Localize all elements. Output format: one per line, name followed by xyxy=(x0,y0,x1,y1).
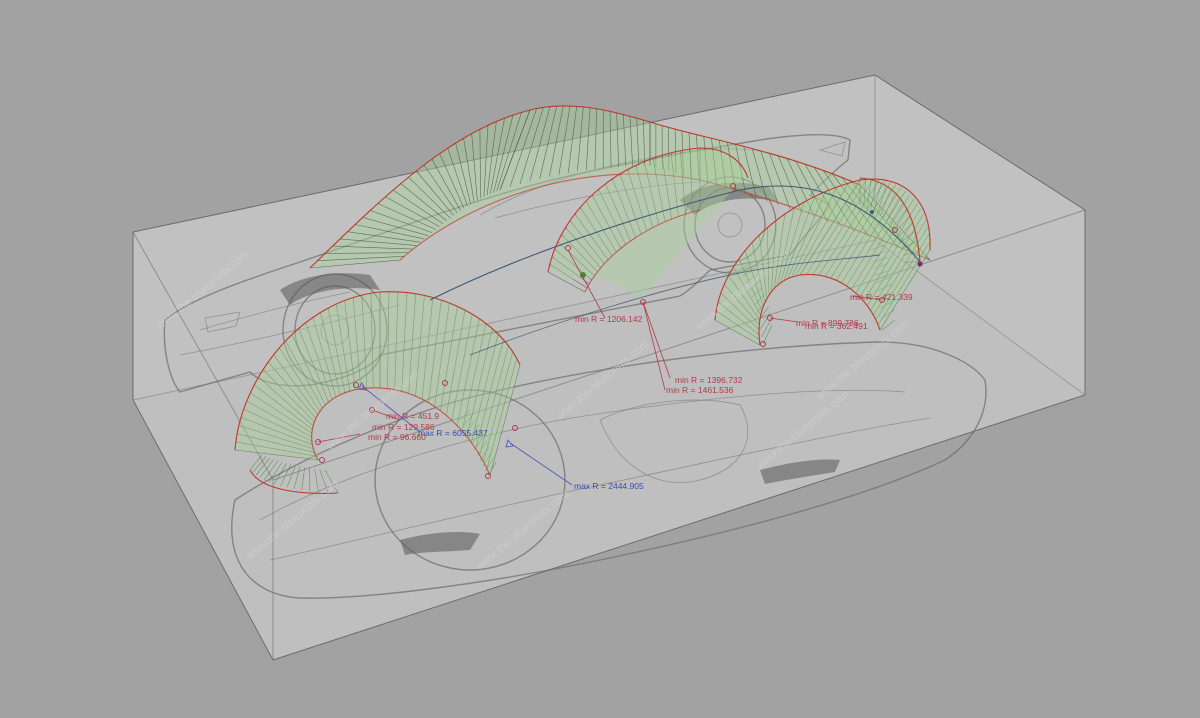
min-radius-label: min R = 1461.536 xyxy=(666,385,734,395)
max-radius-label: max R = 6055.437 xyxy=(418,428,488,438)
rhino-viewport[interactable]: min R = 1206.142 min R = 1396.732 min R … xyxy=(0,0,1200,718)
min-radius-label: min R = 451.9 xyxy=(386,411,439,421)
min-radius-label: min R = 1206.142 xyxy=(575,314,643,324)
min-radius-label: min R = 1396.732 xyxy=(675,375,743,385)
control-point-end[interactable] xyxy=(917,261,923,267)
min-radius-label: min R = 421.339 xyxy=(850,292,913,302)
min-radius-label: min R = 362.491 xyxy=(805,321,868,331)
max-radius-label: max R = 2444.905 xyxy=(574,481,644,491)
control-point[interactable] xyxy=(870,210,874,214)
viewport-canvas[interactable]: min R = 1206.142 min R = 1396.732 min R … xyxy=(0,0,1200,718)
